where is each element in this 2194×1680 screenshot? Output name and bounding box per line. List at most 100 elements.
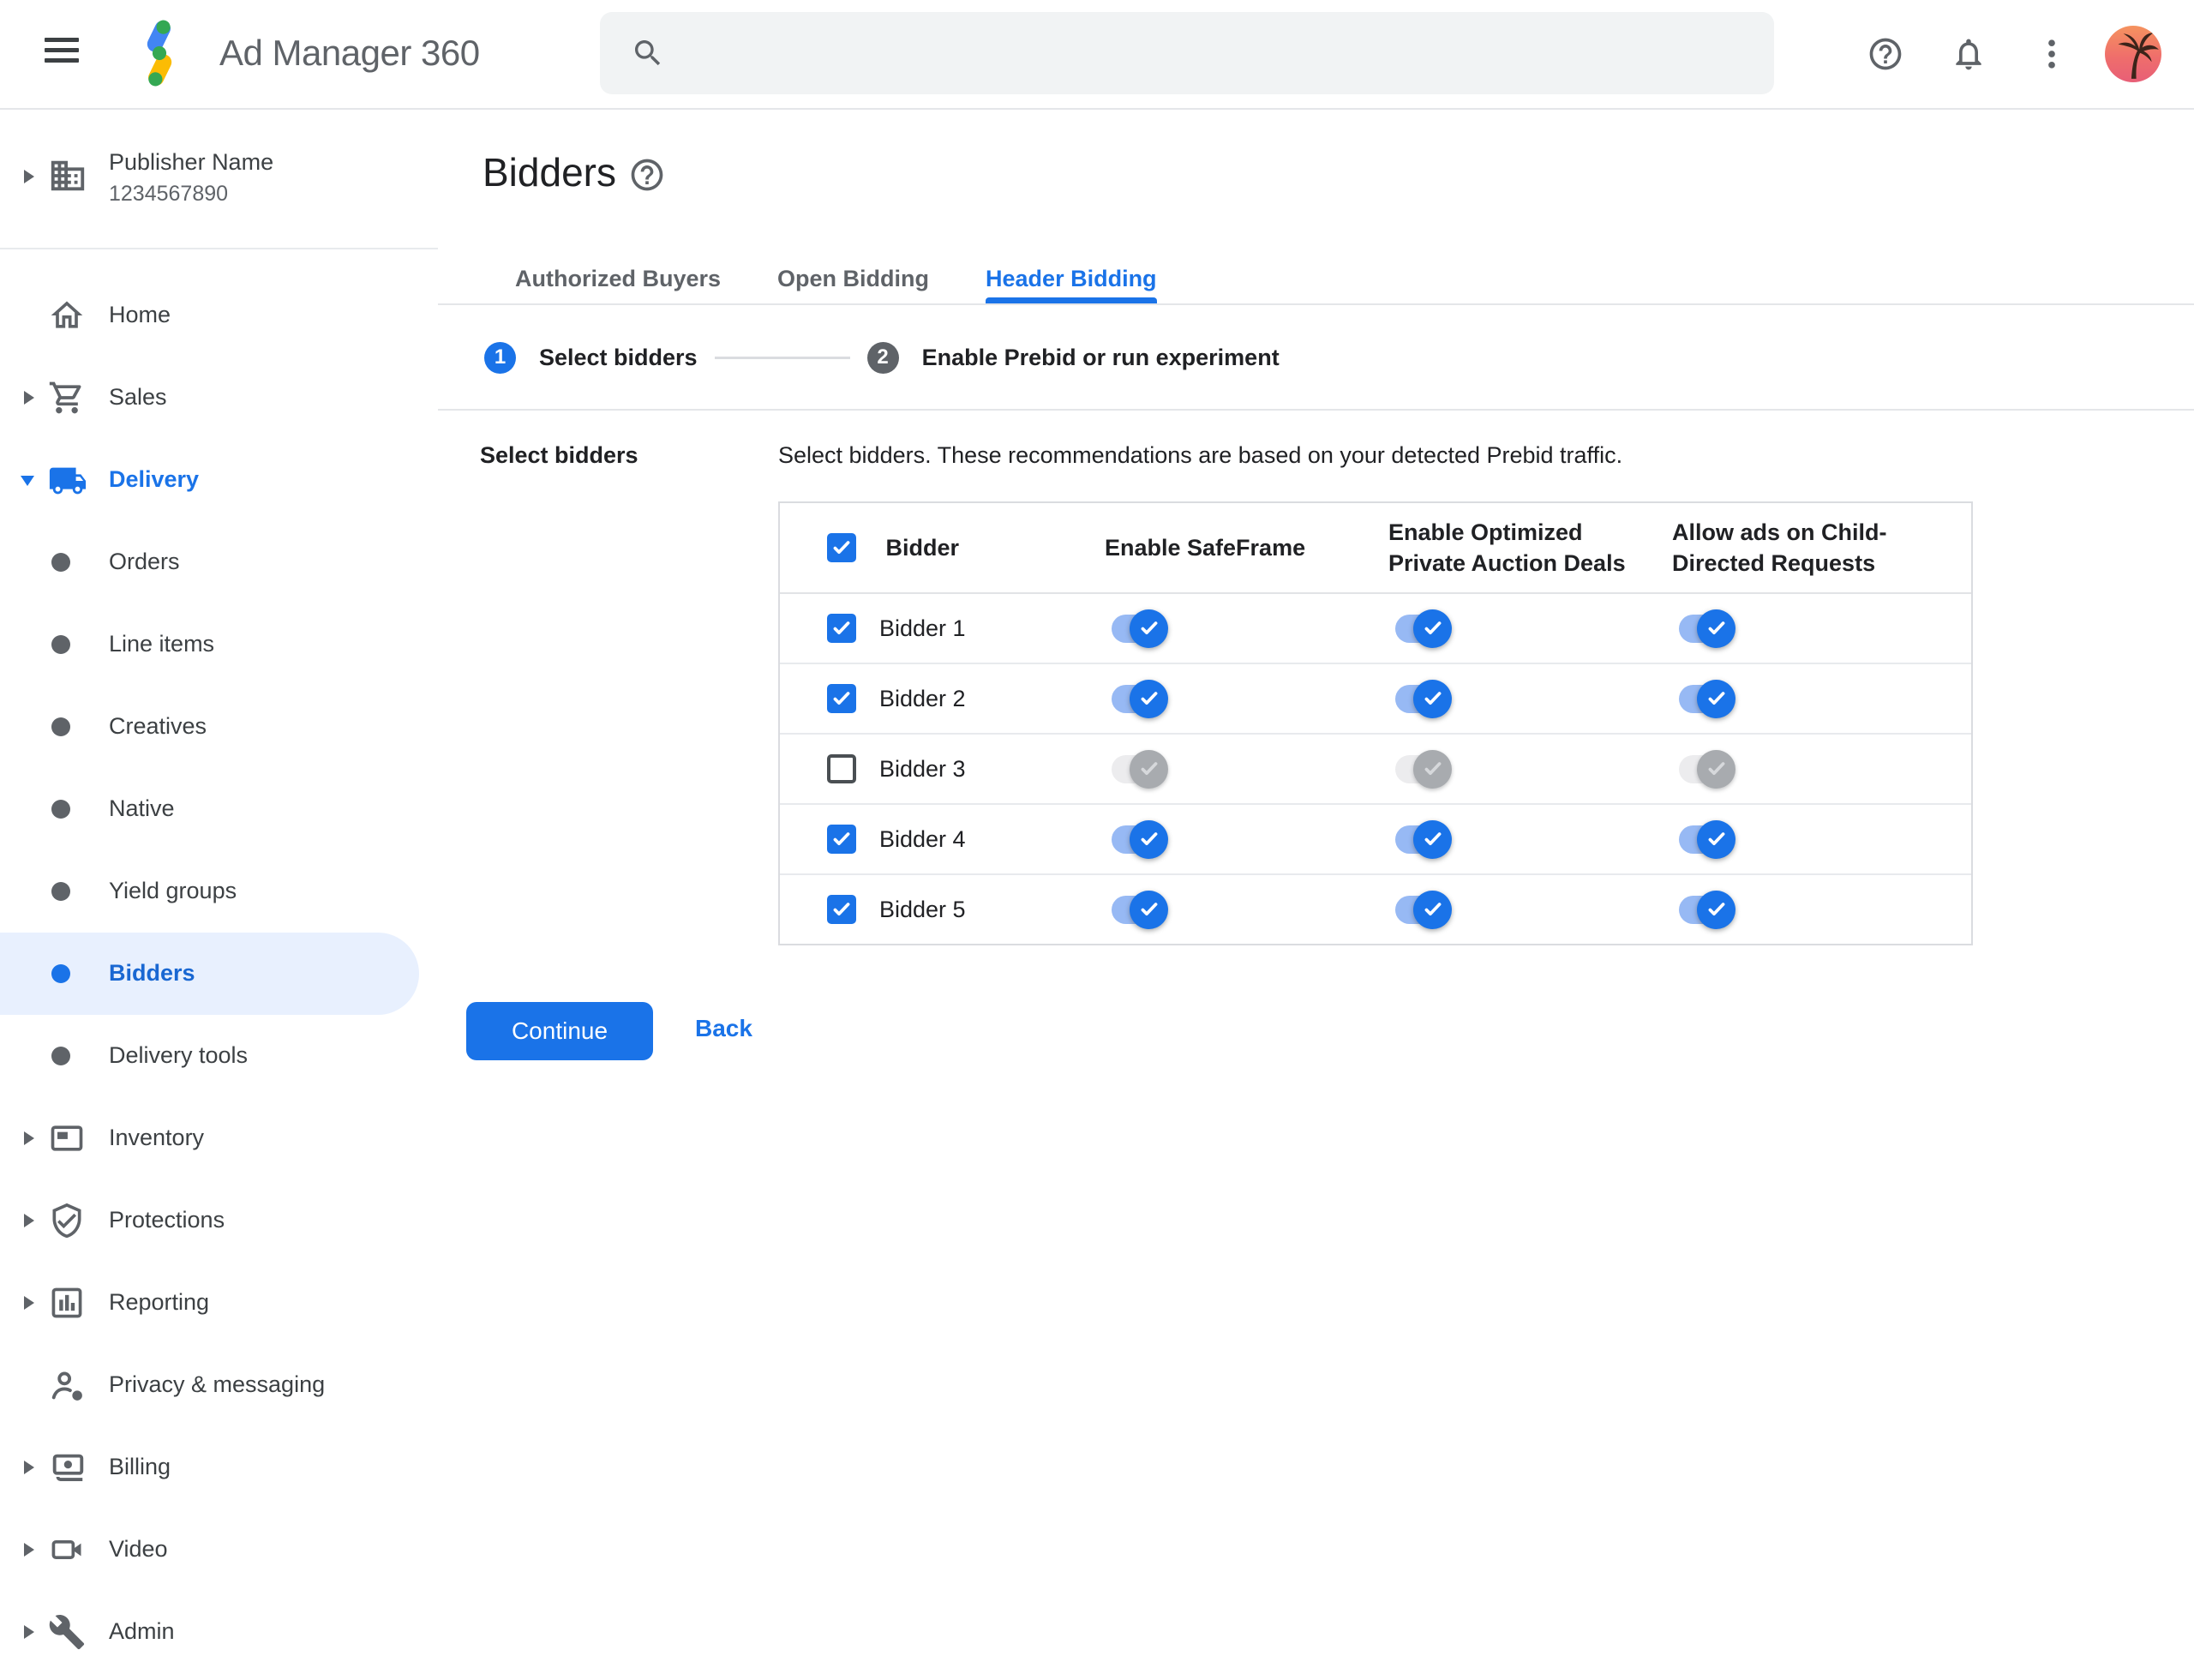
bidder-3-optimized-deals-toggle[interactable] — [1395, 749, 1452, 789]
sidebar-item-line-items[interactable]: Line items — [0, 603, 438, 686]
sidebar-item-label: Home — [109, 301, 171, 327]
help-icon[interactable] — [1867, 35, 1904, 73]
expand-arrow-icon[interactable] — [24, 1131, 34, 1145]
sidebar-item-billing[interactable]: Billing — [0, 1426, 438, 1509]
expand-arrow-icon[interactable] — [24, 1214, 34, 1227]
expand-arrow-icon[interactable] — [24, 391, 34, 405]
sidebar: Publisher Name 1234567890 Home Sales Deliv… — [0, 108, 440, 1680]
bidder-3-checkbox[interactable] — [827, 754, 856, 783]
notifications-icon[interactable] — [1950, 35, 1987, 73]
bidder-1-optimized-deals-toggle[interactable] — [1395, 609, 1452, 648]
sidebar-item-protections[interactable]: Protections — [0, 1179, 438, 1262]
expand-arrow-icon[interactable] — [24, 1543, 34, 1557]
expand-arrow-icon[interactable] — [24, 1625, 34, 1639]
sidebar-item-label: Sales — [109, 383, 167, 410]
bidder-4-optimized-deals-toggle[interactable] — [1395, 819, 1452, 859]
bidder-5-child-directed-toggle[interactable] — [1679, 890, 1735, 929]
bidder-label: Bidder 3 — [879, 755, 966, 782]
toggle-knob — [1697, 819, 1735, 859]
bidder-5-checkbox[interactable] — [827, 895, 856, 924]
sidebar-item-label: Video — [109, 1535, 168, 1562]
expand-arrow-icon[interactable] — [24, 170, 34, 183]
tab-authorized-buyers[interactable]: Authorized Buyers — [515, 254, 721, 303]
bidder-label: Bidder 4 — [879, 825, 966, 852]
toggle-knob — [1130, 749, 1168, 789]
sidebar-item-yield-groups[interactable]: Yield groups — [0, 850, 438, 933]
bidder-1-checkbox[interactable] — [827, 614, 856, 643]
back-button[interactable]: Back — [695, 1015, 752, 1042]
publisher-account-switcher[interactable]: Publisher Name 1234567890 — [0, 108, 438, 248]
tab-label: Open Bidding — [777, 265, 930, 291]
sidebar-item-label: Native — [109, 795, 175, 821]
sidebar-item-home[interactable]: Home — [0, 274, 438, 357]
sidebar-item-inventory[interactable]: Inventory — [0, 1097, 438, 1179]
sidebar-item-bidders[interactable]: Bidders — [0, 933, 419, 1015]
tab-label: Header Bidding — [986, 265, 1157, 291]
step-1-circle: 1 — [484, 341, 516, 374]
sidebar-item-orders[interactable]: Orders — [0, 521, 438, 603]
sidebar-item-label: Orders — [109, 548, 180, 574]
menu-icon[interactable] — [45, 38, 79, 69]
tab-open-bidding[interactable]: Open Bidding — [777, 254, 929, 303]
more-vert-icon[interactable] — [2033, 35, 2071, 73]
step-1-label: Select bidders — [539, 344, 698, 370]
collapse-arrow-icon[interactable] — [21, 476, 34, 486]
expand-arrow-icon[interactable] — [24, 1461, 34, 1474]
publisher-name: Publisher Name — [109, 149, 274, 175]
bidder-3-safeframe-toggle[interactable] — [1112, 749, 1168, 789]
sidebar-item-label: Reporting — [109, 1288, 210, 1315]
column-header-child-directed: Allow ads on Child-Directed Requests — [1672, 519, 1887, 576]
bidder-5-optimized-deals-toggle[interactable] — [1395, 890, 1452, 929]
bullet-dot-icon — [51, 553, 70, 572]
sidebar-item-sales[interactable]: Sales — [0, 357, 438, 439]
bidder-1-child-directed-toggle[interactable] — [1679, 609, 1735, 648]
top-app-bar: Ad Manager 360 — [0, 0, 2194, 110]
bullet-dot-icon — [51, 964, 70, 983]
section-label: Select bidders — [480, 442, 638, 468]
toggle-knob — [1697, 609, 1735, 648]
bidder-row-4: Bidder 4 — [780, 805, 1971, 875]
sidebar-item-delivery[interactable]: Delivery — [0, 439, 438, 521]
person-badge-icon — [48, 1366, 86, 1404]
sidebar-item-delivery-tools[interactable]: Delivery tools — [0, 1015, 438, 1097]
bidder-1-safeframe-toggle[interactable] — [1112, 609, 1168, 648]
sidebar-item-creatives[interactable]: Creatives — [0, 686, 438, 768]
bidder-4-child-directed-toggle[interactable] — [1679, 819, 1735, 859]
sidebar-item-native[interactable]: Native — [0, 768, 438, 850]
bidder-row-5: Bidder 5 — [780, 875, 1971, 944]
bidder-3-child-directed-toggle[interactable] — [1679, 749, 1735, 789]
bidder-5-safeframe-toggle[interactable] — [1112, 890, 1168, 929]
tab-header-bidding[interactable]: Header Bidding — [986, 254, 1157, 303]
bidder-2-child-directed-toggle[interactable] — [1679, 679, 1735, 718]
toggle-knob — [1130, 679, 1168, 718]
sidebar-item-video[interactable]: Video — [0, 1509, 438, 1591]
step-2-label: Enable Prebid or run experiment — [921, 344, 1280, 370]
page-title-help-icon[interactable] — [628, 156, 666, 194]
publisher-id: 1234567890 — [109, 182, 229, 206]
step-2-circle: 2 — [866, 341, 899, 374]
bidder-2-safeframe-toggle[interactable] — [1112, 679, 1168, 718]
sidebar-item-admin[interactable]: Admin — [0, 1591, 438, 1673]
sidebar-item-label: Delivery tools — [109, 1041, 249, 1068]
toggle-knob — [1413, 749, 1452, 789]
expand-arrow-icon[interactable] — [24, 1296, 34, 1310]
bidders-table: Bidder Enable SafeFrame Enable Optimized… — [778, 501, 1973, 945]
sidebar-item-label: Privacy & messaging — [109, 1371, 326, 1397]
sidebar-item-privacy-messaging[interactable]: Privacy & messaging — [0, 1344, 438, 1426]
sidebar-item-label: Creatives — [109, 712, 207, 739]
section-description: Select bidders. These recommendations ar… — [778, 442, 1623, 468]
continue-button[interactable]: Continue — [466, 1002, 653, 1060]
toggle-knob — [1130, 819, 1168, 859]
column-header-bidder: Bidder — [885, 534, 960, 561]
bidder-4-checkbox[interactable] — [827, 825, 856, 854]
sidebar-item-reporting[interactable]: Reporting — [0, 1262, 438, 1344]
page-title: Bidders — [483, 150, 616, 195]
bidder-2-optimized-deals-toggle[interactable] — [1395, 679, 1452, 718]
bidder-4-safeframe-toggle[interactable] — [1112, 819, 1168, 859]
bidder-row-3: Bidder 3 — [780, 735, 1971, 805]
search-input[interactable] — [600, 12, 1774, 94]
select-all-checkbox[interactable] — [827, 533, 856, 562]
bar-chart-icon — [48, 1284, 86, 1322]
bidder-2-checkbox[interactable] — [827, 684, 856, 713]
avatar[interactable] — [2105, 26, 2161, 82]
